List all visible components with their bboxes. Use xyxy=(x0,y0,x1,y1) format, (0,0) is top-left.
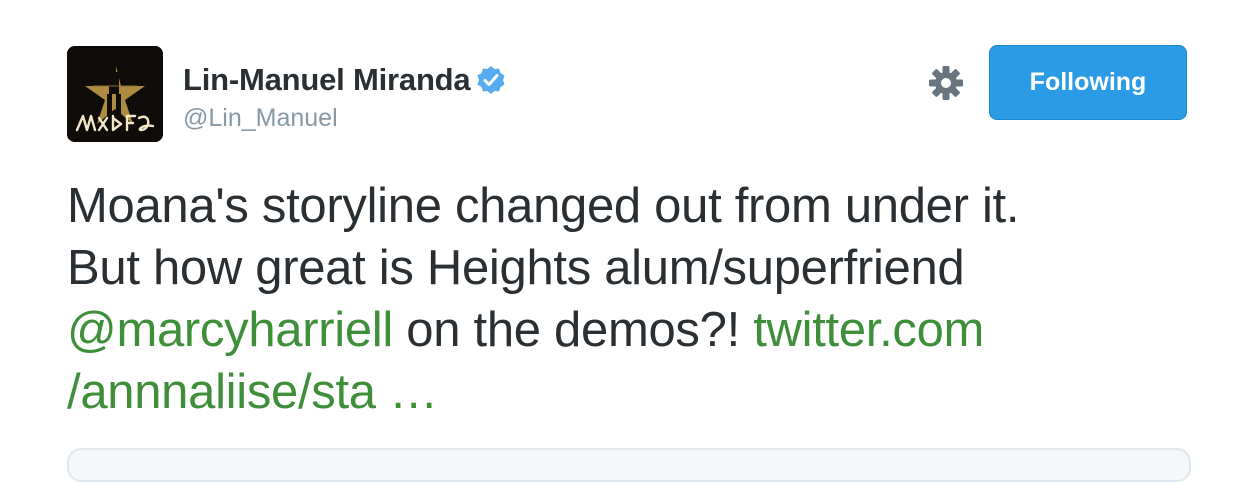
user-info: Lin-Manuel Miranda @Lin_Manuel xyxy=(183,60,506,133)
mention-link[interactable]: @marcyharriell xyxy=(67,303,393,357)
media-card-preview[interactable] xyxy=(67,448,1191,482)
verified-badge-icon xyxy=(476,65,506,95)
url-link-part-1[interactable]: twitter.com xyxy=(753,303,984,357)
tweet-line-1: Moana's storyline changed out from under… xyxy=(67,179,1020,233)
tweet-line-3-text: on the demos?! xyxy=(392,303,754,357)
tweet-line-4: /annnaliise/sta … xyxy=(67,361,1207,423)
tweet-line-3: @marcyharriell on the demos?! twitter.co… xyxy=(67,299,1207,361)
following-button[interactable]: Following xyxy=(989,45,1187,120)
name-row: Lin-Manuel Miranda xyxy=(183,60,506,100)
tweet-line-2: But how great is Heights alum/superfrien… xyxy=(67,241,965,295)
hamilton-mixtape-avatar-image xyxy=(67,46,163,142)
avatar[interactable] xyxy=(67,46,163,142)
user-handle[interactable]: @Lin_Manuel xyxy=(183,104,506,133)
url-link-part-2[interactable]: /annnaliise/sta … xyxy=(67,365,438,419)
display-name[interactable]: Lin-Manuel Miranda xyxy=(183,62,471,98)
tweet-text: Moana's storyline changed out from under… xyxy=(67,175,1207,423)
gear-icon[interactable] xyxy=(926,63,966,103)
